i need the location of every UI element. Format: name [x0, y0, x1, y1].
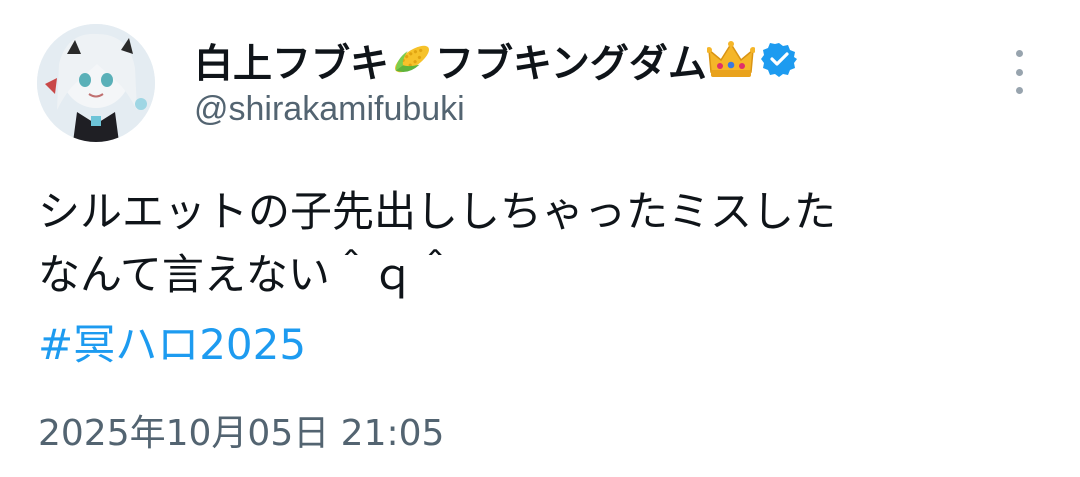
hashtag-link[interactable]: #冥ハロ2025 — [38, 313, 306, 376]
avatar-image — [37, 24, 155, 142]
tweet-text: シルエットの子先出ししちゃったミスした なんて言えない＾ｑ＾ — [38, 180, 1038, 306]
display-name-suffix[interactable]: フブキングダム — [435, 33, 707, 89]
tweet-text-line-1: シルエットの子先出ししちゃったミスした — [38, 187, 837, 236]
more-options-button[interactable] — [1004, 50, 1034, 94]
more-vertical-icon-dot — [1015, 68, 1023, 76]
crown-emoji — [705, 38, 756, 84]
more-vertical-icon — [1015, 50, 1023, 57]
display-name-row[interactable]: 白上フブキ フブキングダム — [194, 33, 797, 89]
corn-emoji — [389, 38, 435, 84]
verified-badge-icon[interactable] — [760, 41, 797, 81]
tweet-timestamp[interactable]: 2025年10月05日 21:05 — [38, 404, 444, 456]
display-name[interactable]: 白上フブキ — [194, 33, 389, 89]
tweet-text-line-2: なんて言えない＾ｑ＾ — [38, 250, 456, 299]
tweet-card: 白上フブキ フブキングダム @shirakamifubuki シルエットの子先出… — [0, 0, 1080, 477]
avatar[interactable] — [37, 24, 155, 142]
more-vertical-icon-dot — [1015, 87, 1023, 94]
author-handle[interactable]: @shirakamifubuki — [194, 90, 465, 129]
